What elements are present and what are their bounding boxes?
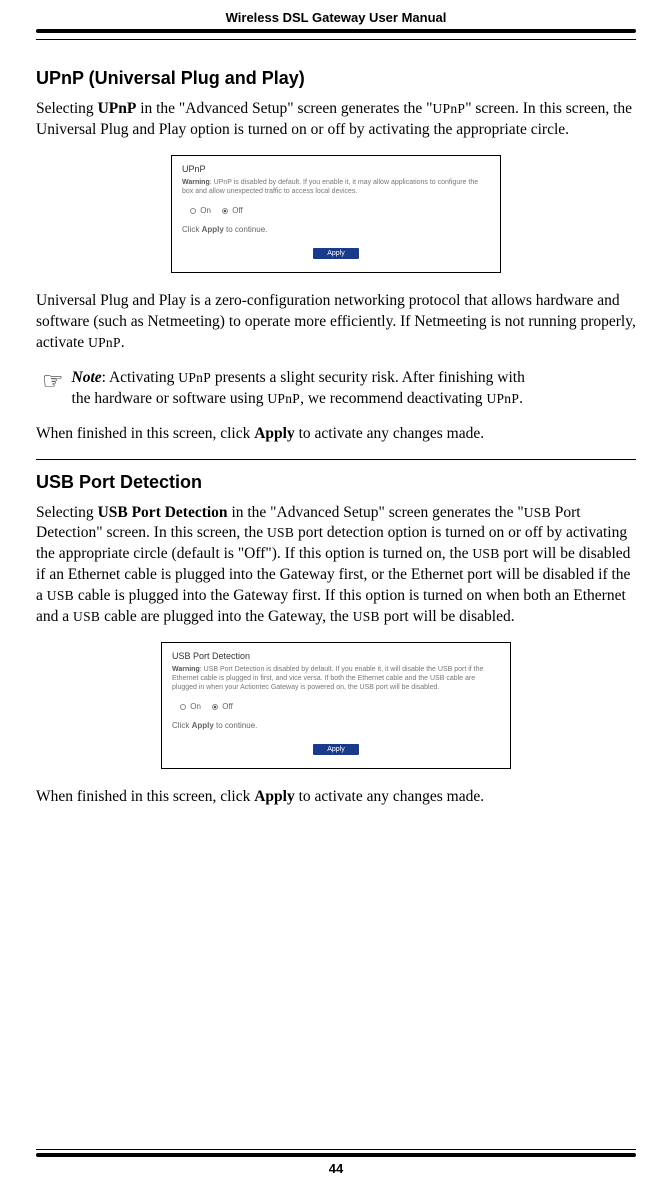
header-rule-thick [36, 29, 636, 33]
text: . [519, 390, 523, 407]
fig-title: USB Port Detection [172, 651, 500, 661]
upnp-note-block: ☞ Note: Activating UPnP presents a sligh… [42, 368, 636, 410]
page-footer: 44 [36, 1149, 636, 1176]
usb-intro-paragraph: Selecting USB Port Detection in the "Adv… [36, 503, 636, 629]
fig-warning-text: : UPnP is disabled by default. If you en… [182, 179, 478, 195]
radio-on[interactable] [190, 208, 196, 214]
smallcaps-text: USB [524, 505, 551, 520]
bold-text: USB Port Detection [98, 504, 228, 521]
text: Click [172, 721, 192, 730]
page-number: 44 [36, 1161, 636, 1176]
fig-warning-label: Warning [172, 666, 200, 673]
pointing-hand-icon: ☞ [42, 370, 64, 394]
footer-rule-thin [36, 1149, 636, 1150]
radio-off-label: Off [232, 206, 243, 215]
text: Selecting [36, 100, 98, 117]
smallcaps-text: USB [267, 525, 294, 540]
fig-radio-row: On Off [180, 702, 500, 711]
smallcaps-text: UPnP [486, 391, 519, 406]
smallcaps-text: USB [353, 609, 380, 624]
text: to activate any changes made. [295, 788, 484, 805]
radio-on-label: On [190, 702, 201, 711]
upnp-screenshot: UPnP Warning: UPnP is disabled by defaul… [171, 155, 501, 273]
fig-apply-row: Apply [182, 242, 490, 260]
radio-off-label: Off [222, 702, 233, 711]
fig-warning: Warning: USB Port Detection is disabled … [172, 665, 500, 692]
bold-text: Apply [254, 788, 295, 805]
smallcaps-text: UPnP [178, 370, 211, 385]
fig-continue-text: Click Apply to continue. [172, 721, 500, 730]
text: . [121, 334, 125, 351]
text: to activate any changes made. [295, 425, 484, 442]
text: in the "Advanced Setup" screen generates… [136, 100, 432, 117]
bold-text: Apply [202, 225, 224, 234]
upnp-figure-container: UPnP Warning: UPnP is disabled by defaul… [36, 155, 636, 273]
usb-figure-container: USB Port Detection Warning: USB Port Det… [36, 642, 636, 769]
radio-on-label: On [200, 206, 211, 215]
usb-apply-paragraph: When finished in this screen, click Appl… [36, 787, 636, 808]
fig-radio-row: On Off [190, 206, 490, 215]
text: to continue. [224, 225, 268, 234]
upnp-heading: UPnP (Universal Plug and Play) [36, 68, 636, 89]
footer-rule-thick [36, 1153, 636, 1157]
bold-text: UPnP [98, 100, 137, 117]
upnp-intro-paragraph: Selecting UPnP in the "Advanced Setup" s… [36, 99, 636, 141]
text: to continue. [214, 721, 258, 730]
radio-on[interactable] [180, 704, 186, 710]
page-header-title: Wireless DSL Gateway User Manual [36, 0, 636, 29]
text: When finished in this screen, click [36, 425, 254, 442]
fig-warning-label: Warning [182, 179, 210, 186]
text: port will be disabled. [380, 608, 515, 625]
text: in the "Advanced Setup" screen generates… [228, 504, 524, 521]
usb-screenshot: USB Port Detection Warning: USB Port Det… [161, 642, 511, 769]
text: Universal Plug and Play is a zero-config… [36, 292, 636, 351]
smallcaps-text: USB [73, 609, 100, 624]
note-label: Note [72, 369, 102, 386]
text: When finished in this screen, click [36, 788, 254, 805]
bold-text: Apply [192, 721, 214, 730]
upnp-apply-paragraph: When finished in this screen, click Appl… [36, 424, 636, 445]
apply-button[interactable]: Apply [313, 248, 359, 259]
text: Selecting [36, 504, 98, 521]
note-text: Note: Activating UPnP presents a slight … [72, 368, 542, 410]
radio-off[interactable] [222, 208, 228, 214]
fig-title: UPnP [182, 164, 490, 174]
fig-apply-row: Apply [172, 738, 500, 756]
text: cable are plugged into the Gateway, the [100, 608, 353, 625]
text: , we recommend deactivating [300, 390, 486, 407]
smallcaps-text: USB [47, 588, 74, 603]
fig-warning: Warning: UPnP is disabled by default. If… [182, 178, 490, 196]
text: Click [182, 225, 202, 234]
upnp-description-paragraph: Universal Plug and Play is a zero-config… [36, 291, 636, 354]
section-divider [36, 459, 636, 460]
smallcaps-text: UPnP [432, 101, 465, 116]
header-rule-thin [36, 39, 636, 40]
smallcaps-text: USB [472, 546, 499, 561]
smallcaps-text: UPnP [267, 391, 300, 406]
bold-text: Apply [254, 425, 295, 442]
usb-heading: USB Port Detection [36, 472, 636, 493]
text: : Activating [102, 369, 179, 386]
apply-button[interactable]: Apply [313, 744, 359, 755]
fig-warning-text: : USB Port Detection is disabled by defa… [172, 666, 483, 691]
radio-off[interactable] [212, 704, 218, 710]
smallcaps-text: UPnP [88, 335, 121, 350]
fig-continue-text: Click Apply to continue. [182, 225, 490, 234]
